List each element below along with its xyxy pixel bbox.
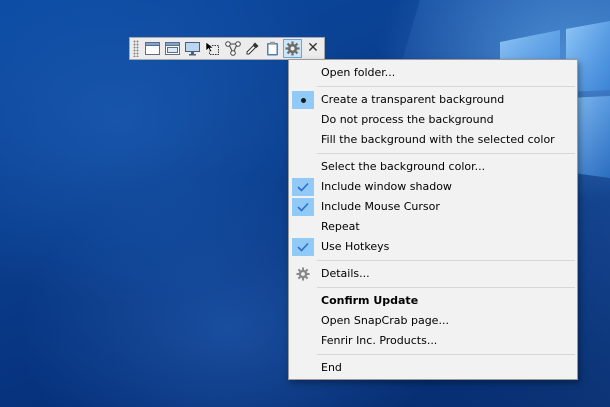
menu-item-label: Details...	[321, 267, 370, 280]
menu-separator	[317, 86, 575, 87]
menu-item-label: Include window shadow	[321, 180, 452, 193]
window-capture-button[interactable]	[143, 39, 162, 58]
checkmark-icon	[297, 202, 309, 212]
snapcrab-toolbar: ✕	[129, 37, 325, 60]
settings-context-menu: Open folder... Create a transparent back…	[288, 59, 578, 380]
settings-button[interactable]	[283, 39, 302, 58]
checkmark-indicator	[292, 198, 314, 216]
menu-item-include-mouse-cursor[interactable]: Include Mouse Cursor	[289, 197, 577, 217]
menu-item-label: Use Hotkeys	[321, 240, 390, 253]
menu-item-include-window-shadow[interactable]: Include window shadow	[289, 177, 577, 197]
region-select-button[interactable]	[203, 39, 222, 58]
eyedropper-icon	[246, 42, 259, 55]
gear-icon	[296, 267, 310, 281]
checkmark-icon	[297, 182, 309, 192]
fullscreen-capture-icon	[185, 41, 200, 55]
checkmark-icon	[297, 242, 309, 252]
close-button[interactable]: ✕	[305, 39, 321, 58]
fullscreen-capture-button[interactable]	[183, 39, 202, 58]
checkmark-indicator	[292, 178, 314, 196]
menu-separator	[317, 153, 575, 154]
menu-item-no-background-processing[interactable]: Do not process the background	[289, 110, 577, 130]
clipboard-button[interactable]	[263, 39, 282, 58]
menu-item-fill-background[interactable]: Fill the background with the selected co…	[289, 130, 577, 150]
eyedropper-button[interactable]	[243, 39, 262, 58]
menu-item-transparent-background[interactable]: Create a transparent background	[289, 90, 577, 110]
menu-separator	[317, 354, 575, 355]
menu-item-label: Include Mouse Cursor	[321, 200, 440, 213]
details-icon-slot	[292, 265, 314, 283]
bullet-icon	[300, 97, 306, 103]
menu-item-confirm-update[interactable]: Confirm Update	[289, 291, 577, 311]
menu-item-end[interactable]: End	[289, 358, 577, 378]
menu-item-repeat[interactable]: Repeat	[289, 217, 577, 237]
client-area-capture-icon	[165, 42, 180, 55]
menu-item-label: Select the background color...	[321, 160, 486, 173]
menu-item-use-hotkeys[interactable]: Use Hotkeys	[289, 237, 577, 257]
toolbar-grip-handle[interactable]	[133, 40, 139, 57]
gear-icon	[285, 41, 300, 56]
client-area-capture-button[interactable]	[163, 39, 182, 58]
menu-item-label: Open SnapCrab page...	[321, 314, 449, 327]
menu-item-label: Do not process the background	[321, 113, 494, 126]
radio-selected-indicator	[292, 91, 314, 109]
checkmark-indicator	[292, 238, 314, 256]
menu-item-details[interactable]: Details...	[289, 264, 577, 284]
clipboard-icon	[267, 41, 278, 56]
menu-item-label: Fill the background with the selected co…	[321, 133, 555, 146]
window-capture-icon	[145, 42, 160, 55]
menu-item-label: Confirm Update	[321, 294, 419, 307]
menu-item-label: Repeat	[321, 220, 360, 233]
menu-separator	[317, 260, 575, 261]
menu-item-fenrir-products[interactable]: Fenrir Inc. Products...	[289, 331, 577, 351]
menu-item-label: Open folder...	[321, 66, 396, 79]
object-capture-icon	[224, 41, 241, 56]
menu-separator	[317, 287, 575, 288]
menu-item-label: Create a transparent background	[321, 93, 505, 106]
menu-item-label: Fenrir Inc. Products...	[321, 334, 438, 347]
menu-item-select-background-color[interactable]: Select the background color...	[289, 157, 577, 177]
menu-item-label: End	[321, 361, 342, 374]
menu-item-open-snapcrab-page[interactable]: Open SnapCrab page...	[289, 311, 577, 331]
region-select-icon	[205, 41, 219, 55]
object-capture-button[interactable]	[223, 39, 242, 58]
menu-item-open-folder[interactable]: Open folder...	[289, 63, 577, 83]
